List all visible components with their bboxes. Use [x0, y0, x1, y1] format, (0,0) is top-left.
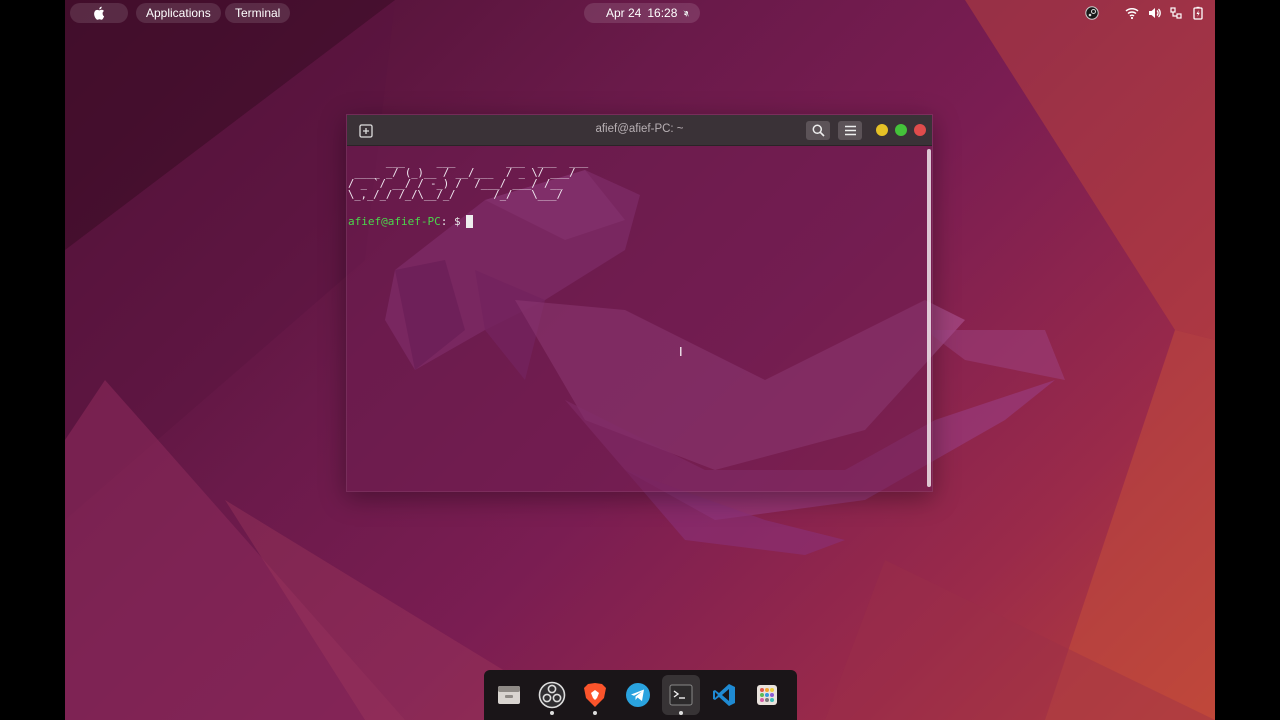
scrollbar[interactable]: [927, 149, 931, 487]
applications-menu[interactable]: Applications: [136, 3, 221, 23]
dock: [484, 670, 797, 720]
prompt-suffix: : $: [440, 215, 461, 228]
file-manager-icon: [498, 686, 520, 704]
dock-show-apps[interactable]: [748, 675, 786, 715]
dock-file-manager[interactable]: [490, 675, 528, 715]
dock-obs[interactable]: [533, 675, 571, 715]
terminal-titlebar[interactable]: afief@afief-PC: ~: [347, 115, 932, 146]
close-button[interactable]: [914, 124, 926, 136]
app-grid-icon: [757, 685, 777, 705]
notifications-muted-icon: [683, 9, 690, 17]
apple-logo-icon: [94, 6, 105, 20]
desktop: Applications Terminal Apr 24 16:28 afief…: [65, 0, 1215, 720]
ascii-art-banner: ___ ___ ___ ___ ___ ____ _/ (_)__ / __/_…: [348, 156, 589, 201]
dock-vscode[interactable]: [705, 675, 743, 715]
prompt-user-host: afief@afief-PC: [348, 215, 441, 228]
time-label: 16:28: [647, 6, 678, 20]
terminal-body[interactable]: ___ ___ ___ ___ ___ ____ _/ (_)__ / __/_…: [347, 147, 926, 491]
search-button[interactable]: [806, 121, 830, 140]
terminal-window[interactable]: afief@afief-PC: ~ ___ ___ ___ ___ ___ __…: [346, 114, 933, 492]
letterbox-left: [0, 0, 65, 720]
telegram-icon: [626, 683, 650, 707]
top-panel: Applications Terminal Apr 24 16:28: [65, 0, 1215, 26]
wifi-icon[interactable]: [1125, 6, 1139, 20]
shell-prompt: afief@afief-PC: $: [348, 215, 925, 228]
steam-icon[interactable]: [1085, 6, 1099, 20]
brave-browser-icon: [584, 683, 606, 707]
letterbox-right: [1215, 0, 1280, 720]
apple-menu-button[interactable]: [70, 3, 128, 23]
dock-telegram[interactable]: [619, 675, 657, 715]
dock-terminal[interactable]: [662, 675, 700, 715]
maximize-button[interactable]: [895, 124, 907, 136]
running-indicator: [679, 711, 683, 715]
hamburger-menu-button[interactable]: [838, 121, 862, 140]
mouse-ibeam-cursor: I: [679, 344, 683, 359]
running-indicator: [593, 711, 597, 715]
system-tray: [1085, 4, 1205, 22]
clock-button[interactable]: Apr 24 16:28: [584, 3, 700, 23]
search-icon: [812, 124, 825, 137]
terminal-icon: [669, 684, 693, 706]
minimize-button[interactable]: [876, 124, 888, 136]
text-cursor: [465, 215, 473, 228]
obs-icon: [538, 681, 566, 709]
running-indicator: [550, 711, 554, 715]
battery-icon[interactable]: [1191, 6, 1205, 20]
active-app-menu[interactable]: Terminal: [225, 3, 291, 23]
hamburger-icon: [844, 125, 856, 136]
dock-brave[interactable]: [576, 675, 614, 715]
vscode-icon: [713, 684, 735, 706]
volume-icon[interactable]: [1147, 6, 1161, 20]
date-label: Apr 24: [606, 6, 642, 20]
network-wired-icon[interactable]: [1169, 6, 1183, 20]
